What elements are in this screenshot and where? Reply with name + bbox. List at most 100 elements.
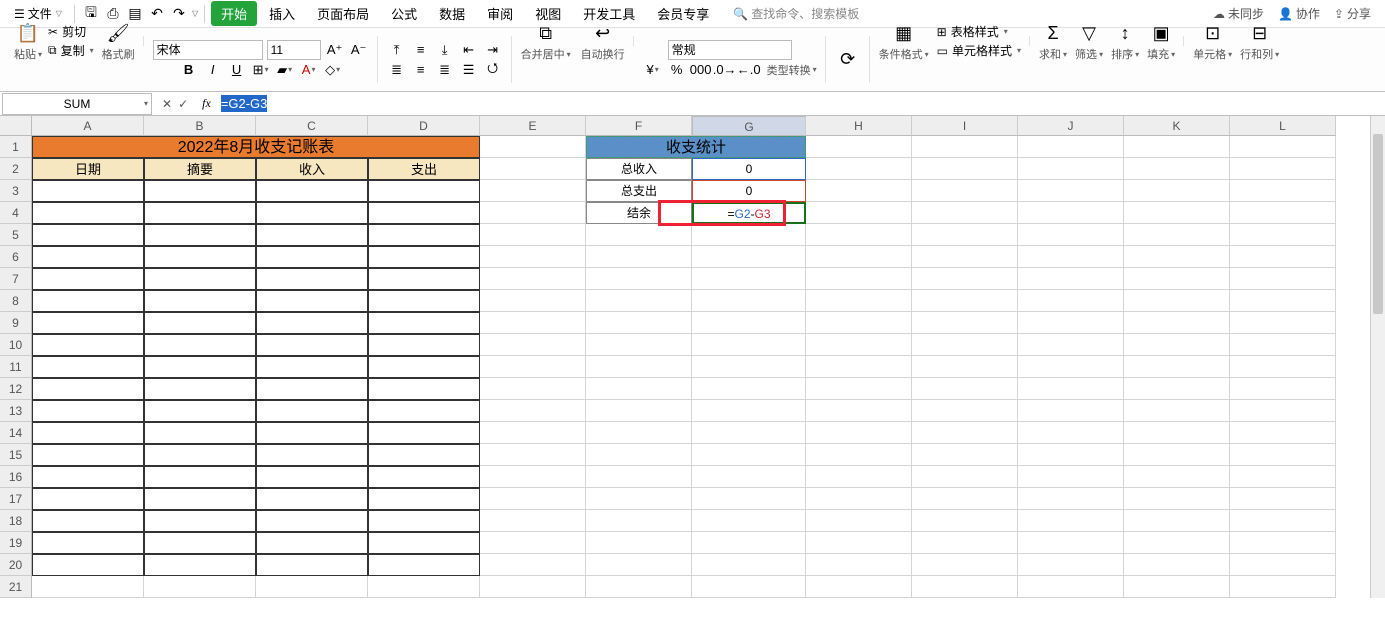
col-header-J[interactable]: J: [1018, 116, 1124, 136]
cell-I4[interactable]: [912, 202, 1018, 224]
cell-J18[interactable]: [1018, 510, 1124, 532]
indent-dec-icon[interactable]: ⇤: [459, 40, 479, 60]
cell-C14[interactable]: [256, 422, 368, 444]
cell-B7[interactable]: [144, 268, 256, 290]
format-painter-icon[interactable]: 🖌: [105, 20, 131, 46]
cell-F5[interactable]: [586, 224, 692, 246]
cell-I17[interactable]: [912, 488, 1018, 510]
cell-D13[interactable]: [368, 400, 480, 422]
cells-button[interactable]: 单元格▾: [1193, 46, 1232, 62]
cell-J13[interactable]: [1018, 400, 1124, 422]
row-header-8[interactable]: 8: [0, 290, 32, 312]
cell-K16[interactable]: [1124, 466, 1230, 488]
save-icon[interactable]: 🖫: [81, 4, 101, 24]
cell-L1[interactable]: [1230, 136, 1336, 158]
cell-J3[interactable]: [1018, 180, 1124, 202]
cell-D18[interactable]: [368, 510, 480, 532]
thousands-icon[interactable]: 000: [691, 60, 711, 80]
cell-L7[interactable]: [1230, 268, 1336, 290]
cell-E1[interactable]: [480, 136, 586, 158]
fill-button[interactable]: 填充▾: [1147, 46, 1175, 62]
rowcol-icon[interactable]: ⊟: [1247, 20, 1273, 46]
cell-D17[interactable]: [368, 488, 480, 510]
cell-K17[interactable]: [1124, 488, 1230, 510]
cell-C19[interactable]: [256, 532, 368, 554]
cell-K15[interactable]: [1124, 444, 1230, 466]
row-header-4[interactable]: 4: [0, 202, 32, 224]
cell-K13[interactable]: [1124, 400, 1230, 422]
cell-F1[interactable]: 收支统计: [586, 136, 806, 158]
row-header-6[interactable]: 6: [0, 246, 32, 268]
cell-F4[interactable]: 结余: [586, 202, 692, 224]
cell-A18[interactable]: [32, 510, 144, 532]
cell-I5[interactable]: [912, 224, 1018, 246]
cancel-icon[interactable]: ✕: [162, 97, 172, 111]
cell-H12[interactable]: [806, 378, 912, 400]
row-header-9[interactable]: 9: [0, 312, 32, 334]
cell-F16[interactable]: [586, 466, 692, 488]
cell-K1[interactable]: [1124, 136, 1230, 158]
cell-A3[interactable]: [32, 180, 144, 202]
cell-G14[interactable]: [692, 422, 806, 444]
fill-color-button[interactable]: ▰▾: [275, 60, 295, 80]
cell-A11[interactable]: [32, 356, 144, 378]
row-header-7[interactable]: 7: [0, 268, 32, 290]
cell-G11[interactable]: [692, 356, 806, 378]
cell-C11[interactable]: [256, 356, 368, 378]
row-header-14[interactable]: 14: [0, 422, 32, 444]
cell-F13[interactable]: [586, 400, 692, 422]
paste-button[interactable]: 粘贴▾: [14, 46, 42, 62]
cell-J8[interactable]: [1018, 290, 1124, 312]
cell-E12[interactable]: [480, 378, 586, 400]
font-name-select[interactable]: [153, 40, 263, 60]
col-header-L[interactable]: L: [1230, 116, 1336, 136]
name-box[interactable]: SUM ▾: [2, 93, 152, 115]
tab-开始[interactable]: 开始: [211, 1, 257, 26]
cell-E16[interactable]: [480, 466, 586, 488]
cell-F2[interactable]: 总收入: [586, 158, 692, 180]
cell-F14[interactable]: [586, 422, 692, 444]
cell-J5[interactable]: [1018, 224, 1124, 246]
cell-G4[interactable]: =G2-G3: [692, 202, 806, 224]
cell-I14[interactable]: [912, 422, 1018, 444]
cut-button[interactable]: ✂剪切: [48, 23, 94, 40]
clear-format-button[interactable]: ◇▾: [323, 60, 343, 80]
cell-G7[interactable]: [692, 268, 806, 290]
cell-F12[interactable]: [586, 378, 692, 400]
cell-H20[interactable]: [806, 554, 912, 576]
cell-L5[interactable]: [1230, 224, 1336, 246]
cell-L9[interactable]: [1230, 312, 1336, 334]
cell-F10[interactable]: [586, 334, 692, 356]
cell-D4[interactable]: [368, 202, 480, 224]
row-header-1[interactable]: 1: [0, 136, 32, 158]
cell-H21[interactable]: [806, 576, 912, 598]
cell-E9[interactable]: [480, 312, 586, 334]
col-header-A[interactable]: A: [32, 116, 144, 136]
currency-icon[interactable]: ¥▾: [643, 60, 663, 80]
cell-H17[interactable]: [806, 488, 912, 510]
inc-decimal-icon[interactable]: .0→: [715, 60, 735, 80]
cell-I19[interactable]: [912, 532, 1018, 554]
cell-H14[interactable]: [806, 422, 912, 444]
cell-I7[interactable]: [912, 268, 1018, 290]
cell-B18[interactable]: [144, 510, 256, 532]
cell-H6[interactable]: [806, 246, 912, 268]
cell-K11[interactable]: [1124, 356, 1230, 378]
cell-D10[interactable]: [368, 334, 480, 356]
cell-I21[interactable]: [912, 576, 1018, 598]
cell-A20[interactable]: [32, 554, 144, 576]
cell-B13[interactable]: [144, 400, 256, 422]
col-header-E[interactable]: E: [480, 116, 586, 136]
cell-C17[interactable]: [256, 488, 368, 510]
cell-F18[interactable]: [586, 510, 692, 532]
cell-C3[interactable]: [256, 180, 368, 202]
filter-button[interactable]: 筛选▾: [1075, 46, 1103, 62]
cell-H5[interactable]: [806, 224, 912, 246]
cell-C7[interactable]: [256, 268, 368, 290]
cell-D9[interactable]: [368, 312, 480, 334]
wrap-icon[interactable]: ↩: [590, 20, 616, 46]
cell-G3[interactable]: 0: [692, 180, 806, 202]
cell-J20[interactable]: [1018, 554, 1124, 576]
cell-L21[interactable]: [1230, 576, 1336, 598]
cell-C15[interactable]: [256, 444, 368, 466]
